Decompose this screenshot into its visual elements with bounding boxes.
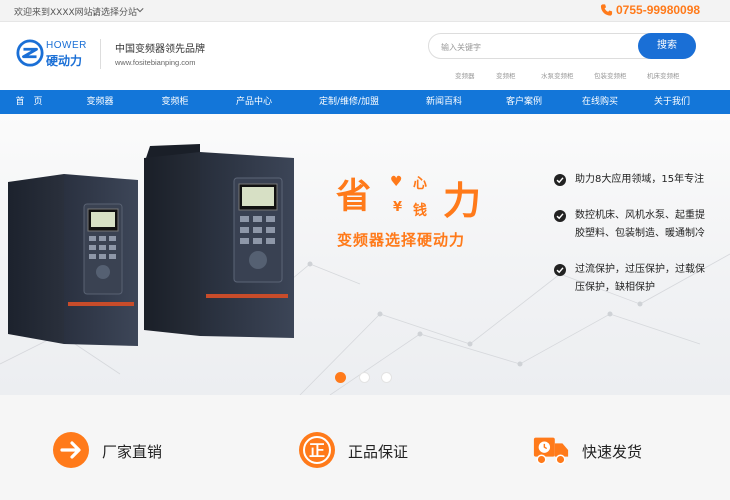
check-circle-icon	[554, 264, 566, 276]
feature-label: 快速发货	[582, 443, 643, 461]
slogan: 中国变频器领先品牌	[115, 44, 205, 55]
nav-home[interactable]: 首 页	[12, 90, 46, 114]
nav-inverter[interactable]: 变频器	[80, 90, 120, 114]
headline-xin: 心	[413, 176, 427, 192]
nav-cases[interactable]: 客户案例	[500, 90, 548, 114]
headline-li: 力	[443, 179, 482, 223]
chevron-down-icon[interactable]	[136, 6, 144, 14]
site-domain: www.fositebianping.com	[115, 58, 196, 67]
hero-banner[interactable]: 省 ♥ 心 ¥ 钱 力 变频器选择硬动力 助力8大应用领域，15年专注 数控机床…	[0, 114, 730, 395]
logo-divider	[100, 39, 101, 69]
top-bar: 欢迎来到XXXX网站， 请选择分站 0755-99980098	[0, 0, 730, 22]
heart-icon: ♥	[390, 174, 403, 190]
feature-line: 过流保护，过压保护，过载保	[575, 264, 705, 275]
delivery-truck-icon	[533, 437, 569, 465]
inverter-product-large-image	[144, 144, 294, 338]
search-button[interactable]: 搜索	[638, 33, 696, 59]
genuine-stamp-icon: 正	[299, 432, 335, 468]
feature-line: 压保护，缺相保护	[575, 282, 655, 293]
branch-selector[interactable]: 请选择分站	[92, 5, 137, 18]
hotline-number: 0755-99980098	[616, 3, 701, 17]
carousel-dot[interactable]	[359, 372, 370, 383]
headline-qian: 钱	[413, 203, 427, 219]
feature-line: 助力8大应用领域，15年专注	[575, 174, 705, 185]
logo-chinese[interactable]: 硬动力	[46, 52, 82, 69]
arrow-right-circle-icon	[53, 432, 89, 468]
feature-label: 厂家直销	[102, 443, 163, 461]
main-nav: 首 页 变频器 变频柜 产品中心 定制/维修/加盟 新闻百科 客户案例 在线购买…	[0, 90, 730, 114]
welcome-text: 欢迎来到XXXX网站，	[14, 8, 102, 18]
yen-icon: ¥	[393, 200, 403, 215]
check-circle-icon	[554, 210, 566, 222]
nav-products[interactable]: 产品中心	[230, 90, 278, 114]
hot-word-link[interactable]: 变频器	[455, 70, 475, 80]
nav-cabinet[interactable]: 变频柜	[155, 90, 195, 114]
service-features-bar: 厂家直销 正 正品保证 快速发货	[0, 395, 730, 500]
hot-word-link[interactable]: 水泵变频柜	[541, 70, 574, 80]
feature-line: 数控机床、风机水泵、起重提	[575, 210, 705, 221]
nav-about[interactable]: 关于我们	[648, 90, 696, 114]
svg-text:正: 正	[309, 441, 325, 460]
banner-subtitle: 变频器选择硬动力	[337, 231, 466, 249]
hot-word-link[interactable]: 机床变频柜	[647, 70, 680, 80]
hot-word-link[interactable]: 包装变频柜	[594, 70, 627, 80]
hot-word-link[interactable]: 变频柜	[496, 70, 516, 80]
inverter-product-small-image	[8, 174, 138, 346]
carousel-dot-active[interactable]	[335, 372, 346, 383]
logo-mark-icon[interactable]	[16, 39, 44, 67]
search-input[interactable]	[441, 39, 631, 55]
logo-english[interactable]: HOWER	[46, 40, 87, 51]
feature-line: 胶塑料、包装制造、暖通制冷	[575, 228, 705, 239]
site-header: HOWER 硬动力 中国变频器领先品牌 www.fositebianping.c…	[0, 22, 730, 90]
carousel-dot[interactable]	[381, 372, 392, 383]
phone-icon	[600, 4, 613, 16]
check-circle-icon	[554, 174, 566, 186]
feature-label: 正品保证	[348, 443, 409, 461]
nav-buy-online[interactable]: 在线购买	[576, 90, 624, 114]
nav-custom-service[interactable]: 定制/维修/加盟	[312, 90, 386, 114]
nav-news[interactable]: 新闻百科	[420, 90, 468, 114]
headline-sheng: 省	[336, 177, 374, 217]
